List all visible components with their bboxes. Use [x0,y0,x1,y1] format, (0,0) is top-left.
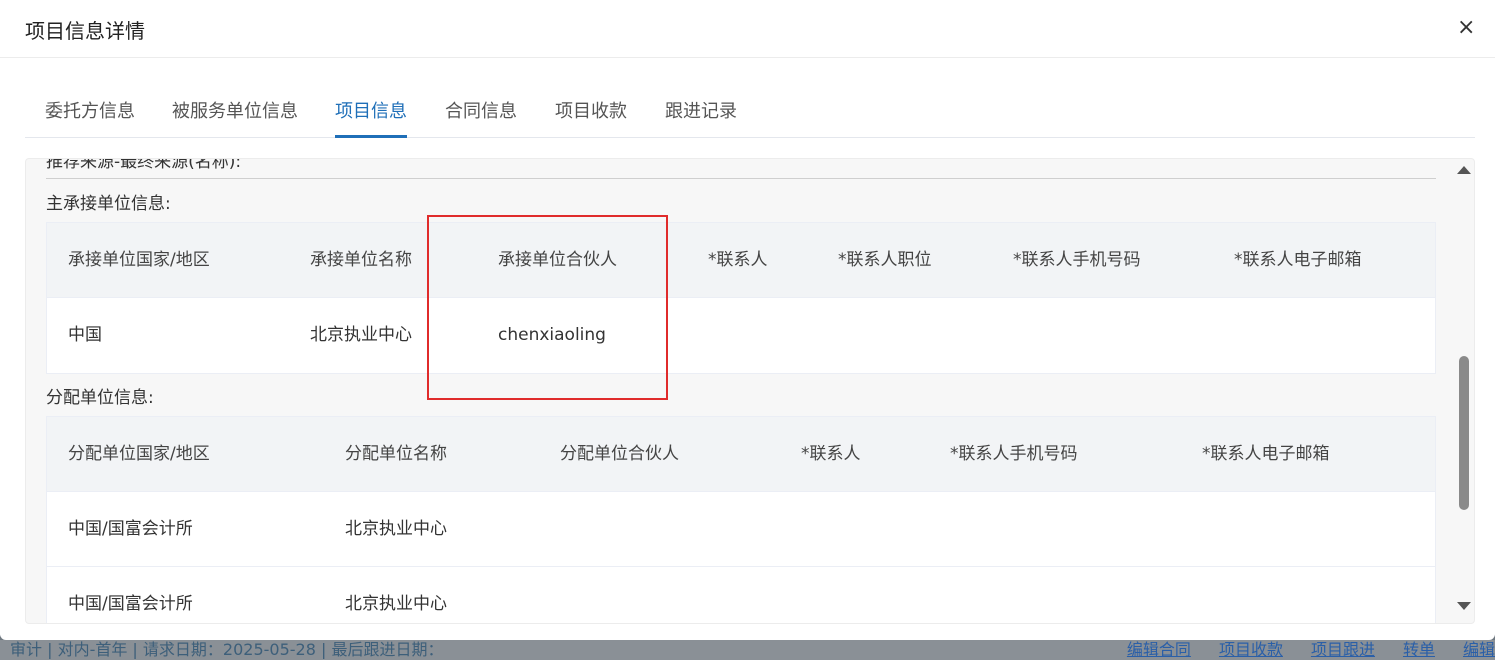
column-header: *联系人 [801,444,861,464]
column-header: *联系人职位 [838,250,932,270]
referral-source-label: 推荐来源-最终来源(名称): [46,158,242,172]
tab-project-payment[interactable]: 项目收款 [555,90,627,138]
alloc-unit-table: 分配单位国家/地区 分配单位名称 分配单位合伙人 *联系人 *联系人手机号码 *… [46,416,1436,623]
bg-link-edit-contract[interactable]: 编辑合同 [1127,640,1191,660]
tab-bar: 委托方信息 被服务单位信息 项目信息 合同信息 项目收款 跟进记录 [25,90,1475,138]
column-header: *联系人电子邮箱 [1234,250,1362,270]
background-page-strip: 审计 | 对内-首年 | 请求日期：2025-05-28 | 最后跟进日期： 编… [0,640,1495,660]
table-cell: 北京执业中心 [345,519,447,539]
scroll-down-arrow-icon[interactable] [1457,602,1471,610]
table-row: 中国 北京执业中心 chenxiaoling [47,298,1435,373]
bg-link-edit[interactable]: 编辑 [1463,640,1495,660]
table-row: 中国/国富会计所 北京执业中心 [47,567,1435,623]
bg-link-project-followup[interactable]: 项目跟进 [1311,640,1375,660]
table-header-row: 承接单位国家/地区 承接单位名称 承接单位合伙人 *联系人 *联系人职位 *联系… [47,223,1435,298]
background-action-links: 编辑合同 项目收款 项目跟进 转单 编辑 [1127,640,1495,660]
main-unit-section-label: 主承接单位信息: [46,194,171,214]
table-cell: 中国 [68,325,102,345]
table-cell: 北京执业中心 [345,594,447,614]
column-header: 分配单位名称 [345,444,447,464]
table-cell: 中国/国富会计所 [68,594,193,614]
column-header: 承接单位合伙人 [498,250,617,270]
column-header: 分配单位合伙人 [560,444,679,464]
close-icon[interactable]: × [1457,14,1475,42]
main-unit-table: 承接单位国家/地区 承接单位名称 承接单位合伙人 *联系人 *联系人职位 *联系… [46,222,1436,374]
column-header: *联系人电子邮箱 [1202,444,1330,464]
tab-project-info[interactable]: 项目信息 [335,90,407,138]
section-divider [46,178,1436,179]
column-header: *联系人手机号码 [950,444,1078,464]
table-header-row: 分配单位国家/地区 分配单位名称 分配单位合伙人 *联系人 *联系人手机号码 *… [47,417,1435,492]
table-cell: chenxiaoling [498,325,606,345]
dialog-title: 项目信息详情 [25,19,145,43]
bg-link-transfer[interactable]: 转单 [1403,640,1435,660]
dialog-header: 项目信息详情 × [0,0,1495,58]
column-header: 承接单位国家/地区 [68,250,210,270]
table-cell: 中国/国富会计所 [68,519,193,539]
tab-served-unit-info[interactable]: 被服务单位信息 [172,90,298,138]
bg-link-project-payment[interactable]: 项目收款 [1219,640,1283,660]
column-header: *联系人手机号码 [1013,250,1141,270]
column-header: *联系人 [708,250,768,270]
scroll-up-arrow-icon[interactable] [1457,166,1471,174]
column-header: 分配单位国家/地区 [68,444,210,464]
project-info-panel: 推荐来源-最终来源(名称): 主承接单位信息: 承接单位国家/地区 承接单位名称… [25,158,1475,624]
tab-contract-info[interactable]: 合同信息 [445,90,517,138]
background-meta-text: 审计 | 对内-首年 | 请求日期：2025-05-28 | 最后跟进日期： [10,640,444,659]
table-row: 中国/国富会计所 北京执业中心 [47,492,1435,567]
column-header: 承接单位名称 [310,250,412,270]
project-detail-dialog: 项目信息详情 × 委托方信息 被服务单位信息 项目信息 合同信息 项目收款 跟进… [0,0,1495,640]
table-cell: 北京执业中心 [310,325,412,345]
scroll-thumb[interactable] [1459,356,1469,510]
tab-client-info[interactable]: 委托方信息 [45,90,135,138]
alloc-unit-section-label: 分配单位信息: [46,388,154,408]
tab-followup-records[interactable]: 跟进记录 [665,90,737,138]
vertical-scrollbar[interactable] [1455,160,1473,620]
